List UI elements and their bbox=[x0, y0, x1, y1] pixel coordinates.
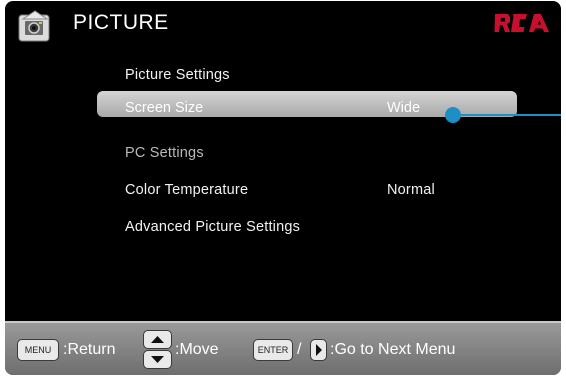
footer-divider bbox=[5, 321, 561, 323]
menu-item-pc-settings[interactable]: PC Settings bbox=[97, 137, 517, 169]
screen-size-value: Wide bbox=[387, 100, 421, 116]
menu-header: PICTURE bbox=[5, 1, 561, 51]
menu-item-label: Color Temperature bbox=[125, 182, 249, 198]
menu-item-label: Screen Size bbox=[125, 100, 204, 116]
menu-item-label: Advanced Picture Settings bbox=[125, 219, 301, 235]
page-title: PICTURE bbox=[73, 11, 169, 34]
next-menu-hint: :Go to Next Menu bbox=[330, 341, 456, 358]
tv-menu-screen: PICTURE Picture Settings Screen Size Wid… bbox=[5, 1, 561, 375]
footer-hint-bar: MENU :Return :Move ENTER / :Go to Next M… bbox=[5, 321, 561, 375]
enter-key-button[interactable]: ENTER bbox=[253, 339, 293, 361]
return-hint: :Return bbox=[63, 341, 116, 358]
callout-dot-icon bbox=[445, 107, 461, 123]
picture-settings-icon bbox=[17, 9, 53, 43]
key-separator: / bbox=[297, 341, 302, 358]
move-hint: :Move bbox=[175, 341, 219, 358]
menu-item-picture-settings[interactable]: Picture Settings bbox=[97, 59, 517, 91]
menu-item-color-temperature[interactable]: Color Temperature Normal bbox=[97, 174, 517, 206]
callout-line bbox=[459, 114, 561, 116]
color-temperature-value: Normal bbox=[387, 182, 435, 198]
down-arrow-key-icon[interactable] bbox=[143, 350, 172, 369]
right-arrow-key-icon[interactable] bbox=[310, 339, 327, 361]
up-arrow-key-icon[interactable] bbox=[143, 330, 172, 349]
menu-item-advanced-picture-settings[interactable]: Advanced Picture Settings bbox=[97, 211, 517, 243]
menu-item-label: PC Settings bbox=[125, 145, 204, 161]
rca-logo bbox=[494, 12, 550, 34]
menu-item-label: Picture Settings bbox=[125, 67, 230, 83]
menu-key-button[interactable]: MENU bbox=[17, 339, 59, 361]
